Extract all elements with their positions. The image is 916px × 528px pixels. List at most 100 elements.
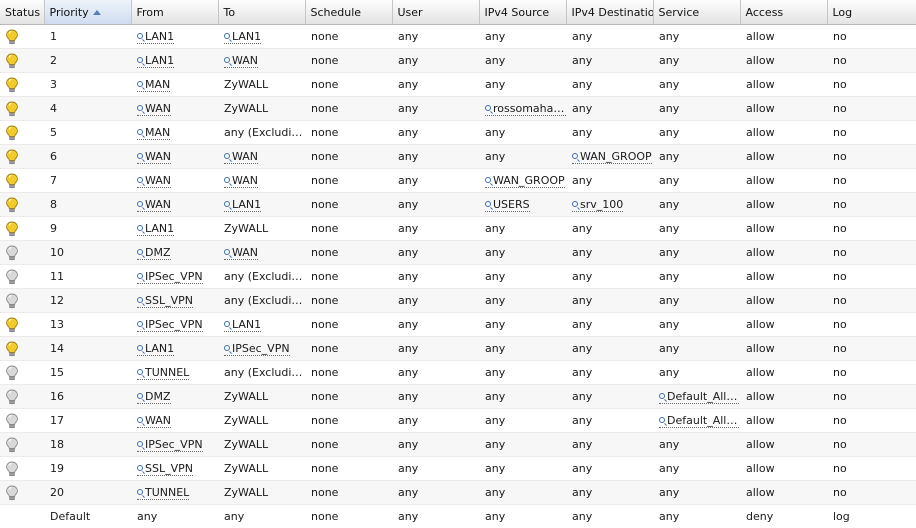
status-active-bulb-icon[interactable] xyxy=(0,173,44,189)
from-cell-object-link[interactable]: SSL_VPN xyxy=(137,462,193,476)
service-cell: any xyxy=(653,313,740,337)
from-cell-text: WAN xyxy=(145,198,171,211)
column-header-service[interactable]: Service xyxy=(653,0,740,25)
from-cell-object-link[interactable]: LAN1 xyxy=(137,54,174,68)
from-cell-object-link[interactable]: LAN1 xyxy=(137,222,174,236)
table-row[interactable]: 17WANZyWALLnoneanyanyanyDefault_Allo...a… xyxy=(0,409,916,433)
column-header-priority[interactable]: Priority xyxy=(44,0,131,25)
table-row[interactable]: 13IPSec_VPNLAN1noneanyanyanyanyallowno xyxy=(0,313,916,337)
access-cell: allow xyxy=(740,193,827,217)
status-active-bulb-icon[interactable] xyxy=(0,77,44,93)
column-header-ipv4-source[interactable]: IPv4 Source xyxy=(479,0,566,25)
from-cell-object-link[interactable]: TUNNEL xyxy=(137,486,189,500)
table-row[interactable]: 3MANZyWALLnoneanyanyanyanyallowno xyxy=(0,73,916,97)
table-row[interactable]: 4WANZyWALLnoneanyrossomaha-...anyanyallo… xyxy=(0,97,916,121)
status-active-bulb-icon[interactable] xyxy=(0,197,44,213)
ipv4-destination-cell: any xyxy=(566,265,653,289)
from-cell-object-link[interactable]: LAN1 xyxy=(137,342,174,356)
from-cell-object-link[interactable]: LAN1 xyxy=(137,30,174,44)
table-row[interactable]: 6WANWANnoneanyanyWAN_GROOPanyallowno xyxy=(0,145,916,169)
from-cell-object-link[interactable]: WAN xyxy=(137,198,171,212)
from-cell-object-link[interactable]: MAN xyxy=(137,78,170,92)
column-header-ipv4-destination[interactable]: IPv4 Destination xyxy=(566,0,653,25)
from-cell-object-link[interactable]: WAN xyxy=(137,150,171,164)
column-header-user[interactable]: User xyxy=(392,0,479,25)
ipv4-destination-cell-object-link[interactable]: WAN_GROOP xyxy=(572,150,652,164)
from-cell-object-link[interactable]: WAN xyxy=(137,102,171,116)
status-active-bulb-icon[interactable] xyxy=(0,317,44,333)
to-cell-object-link[interactable]: WAN xyxy=(224,150,258,164)
status-inactive-bulb-icon[interactable] xyxy=(0,413,44,429)
from-cell-object-link[interactable]: SSL_VPN xyxy=(137,294,193,308)
from-cell-object-link[interactable]: TUNNEL xyxy=(137,366,189,380)
to-cell-object-link[interactable]: WAN xyxy=(224,246,258,260)
ipv4-source-cell-object-link[interactable]: WAN_GROOP xyxy=(485,174,565,188)
status-inactive-bulb-icon[interactable] xyxy=(0,293,44,309)
status-inactive-bulb-icon[interactable] xyxy=(0,389,44,405)
ipv4-destination-cell: any xyxy=(566,505,653,528)
status-active-bulb-icon[interactable] xyxy=(0,29,44,45)
table-row[interactable]: 5MANany (Excludin...noneanyanyanyanyallo… xyxy=(0,121,916,145)
table-row[interactable]: 12SSL_VPNany (Excludin...noneanyanyanyan… xyxy=(0,289,916,313)
status-inactive-bulb-icon[interactable] xyxy=(0,437,44,453)
status-active-bulb-icon[interactable] xyxy=(0,149,44,165)
ipv4-source-cell-object-link[interactable]: rossomaha-... xyxy=(485,102,566,116)
table-row[interactable]: 15TUNNELany (Excludin...noneanyanyanyany… xyxy=(0,361,916,385)
status-active-bulb-icon[interactable] xyxy=(0,341,44,357)
table-row[interactable]: 2LAN1WANnoneanyanyanyanyallowno xyxy=(0,49,916,73)
status-inactive-bulb-icon[interactable] xyxy=(0,485,44,501)
column-header-log[interactable]: Log xyxy=(827,0,916,25)
schedule-cell: none xyxy=(305,385,392,409)
table-row[interactable]: 10DMZWANnoneanyanyanyanyallowno xyxy=(0,241,916,265)
from-cell-object-link[interactable]: DMZ xyxy=(137,390,171,404)
table-row[interactable]: 11IPSec_VPNany (Excludin...noneanyanyany… xyxy=(0,265,916,289)
service-cell-object-link[interactable]: Default_Allo... xyxy=(659,414,740,428)
table-row[interactable]: 8WANLAN1noneanyUSERSsrv_100anyallowno xyxy=(0,193,916,217)
from-cell-object-link[interactable]: MAN xyxy=(137,126,170,140)
to-cell-object-link[interactable]: WAN xyxy=(224,174,258,188)
status-inactive-bulb-icon[interactable] xyxy=(0,365,44,381)
table-row[interactable]: 18IPSec_VPNZyWALLnoneanyanyanyanyallowno xyxy=(0,433,916,457)
status-active-bulb-icon[interactable] xyxy=(0,101,44,117)
from-cell-object-link[interactable]: WAN xyxy=(137,174,171,188)
table-row[interactable]: 7WANWANnoneanyWAN_GROOPanyanyallowno xyxy=(0,169,916,193)
column-header-schedule[interactable]: Schedule xyxy=(305,0,392,25)
service-cell-object-link[interactable]: Default_Allo... xyxy=(659,390,740,404)
table-row[interactable]: 19SSL_VPNZyWALLnoneanyanyanyanyallowno xyxy=(0,457,916,481)
to-cell-object-link[interactable]: WAN xyxy=(224,54,258,68)
status-active-bulb-icon[interactable] xyxy=(0,125,44,141)
table-row[interactable]: 1LAN1LAN1noneanyanyanyanyallowno xyxy=(0,25,916,49)
status-inactive-bulb-icon[interactable] xyxy=(0,461,44,477)
column-header-status[interactable]: Status xyxy=(0,0,44,25)
to-cell-object-link[interactable]: IPSec_VPN xyxy=(224,342,290,356)
user-cell: any xyxy=(392,49,479,73)
column-header-access[interactable]: Access xyxy=(740,0,827,25)
from-cell-object-link[interactable]: DMZ xyxy=(137,246,171,260)
user-cell: any xyxy=(392,25,479,49)
ipv4-destination-cell-object-link[interactable]: srv_100 xyxy=(572,198,623,212)
status-active-bulb-icon[interactable] xyxy=(0,53,44,69)
ipv4-source-cell-object-link[interactable]: USERS xyxy=(485,198,530,212)
to-cell-object-link[interactable]: LAN1 xyxy=(224,198,261,212)
table-row[interactable]: 20TUNNELZyWALLnoneanyanyanyanyallowno xyxy=(0,481,916,505)
from-cell-text: WAN xyxy=(145,174,171,187)
from-cell-object-link[interactable]: IPSec_VPN xyxy=(137,318,203,332)
from-cell-object-link[interactable]: IPSec_VPN xyxy=(137,270,203,284)
status-cell xyxy=(0,25,44,49)
status-active-bulb-icon[interactable] xyxy=(0,221,44,237)
table-row[interactable]: Defaultanyanynoneanyanyanyanydenylog xyxy=(0,505,916,528)
service-cell-text: Default_Allo... xyxy=(667,414,740,427)
to-cell-object-link[interactable]: LAN1 xyxy=(224,318,261,332)
from-cell-object-link[interactable]: IPSec_VPN xyxy=(137,438,203,452)
ipv4-destination-cell: any xyxy=(566,169,653,193)
table-row[interactable]: 14LAN1IPSec_VPNnoneanyanyanyanyallowno xyxy=(0,337,916,361)
table-row[interactable]: 9LAN1ZyWALLnoneanyanyanyanyallowno xyxy=(0,217,916,241)
to-cell-object-link[interactable]: LAN1 xyxy=(224,30,261,44)
from-cell-object-link[interactable]: WAN xyxy=(137,414,171,428)
status-inactive-bulb-icon[interactable] xyxy=(0,245,44,261)
object-reference-icon xyxy=(137,321,143,327)
column-header-from[interactable]: From xyxy=(131,0,218,25)
column-header-to[interactable]: To xyxy=(218,0,305,25)
table-row[interactable]: 16DMZZyWALLnoneanyanyanyDefault_Allo...a… xyxy=(0,385,916,409)
status-inactive-bulb-icon[interactable] xyxy=(0,269,44,285)
